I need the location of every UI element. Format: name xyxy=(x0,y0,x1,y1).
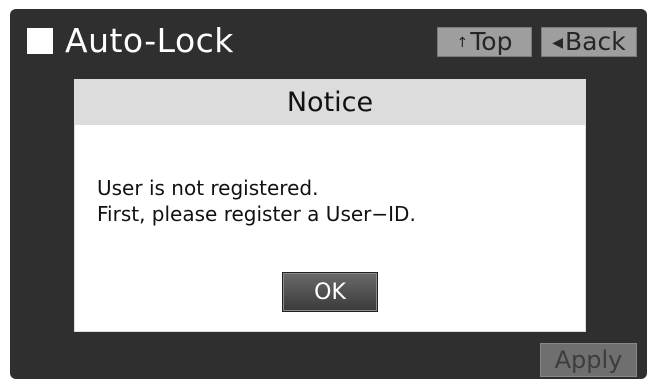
dialog-message-line: User is not registered. xyxy=(97,176,319,200)
back-button[interactable]: ◀ Back xyxy=(541,27,637,57)
screen-header: Auto-Lock xyxy=(27,23,234,59)
screen: Auto-Lock ↑ Top ◀ Back Notice User is no… xyxy=(10,9,647,379)
dialog-message: User is not registered. First, please re… xyxy=(97,175,416,227)
dialog-header: Notice xyxy=(75,80,585,125)
apply-button[interactable]: Apply xyxy=(540,343,637,377)
notice-dialog: Notice User is not registered. First, pl… xyxy=(74,79,586,332)
title-square-icon xyxy=(27,28,53,54)
left-triangle-icon: ◀ xyxy=(552,35,564,51)
back-button-label: Back xyxy=(565,27,626,56)
device-frame: Auto-Lock ↑ Top ◀ Back Notice User is no… xyxy=(0,0,652,387)
top-button-label: Top xyxy=(470,27,513,56)
up-arrow-icon: ↑ xyxy=(456,35,469,51)
dialog-message-line: First, please register a User−ID. xyxy=(97,202,416,226)
page-title: Auto-Lock xyxy=(65,21,234,60)
top-button[interactable]: ↑ Top xyxy=(437,27,532,57)
dialog-title: Notice xyxy=(286,87,374,118)
ok-button[interactable]: OK xyxy=(282,272,378,312)
